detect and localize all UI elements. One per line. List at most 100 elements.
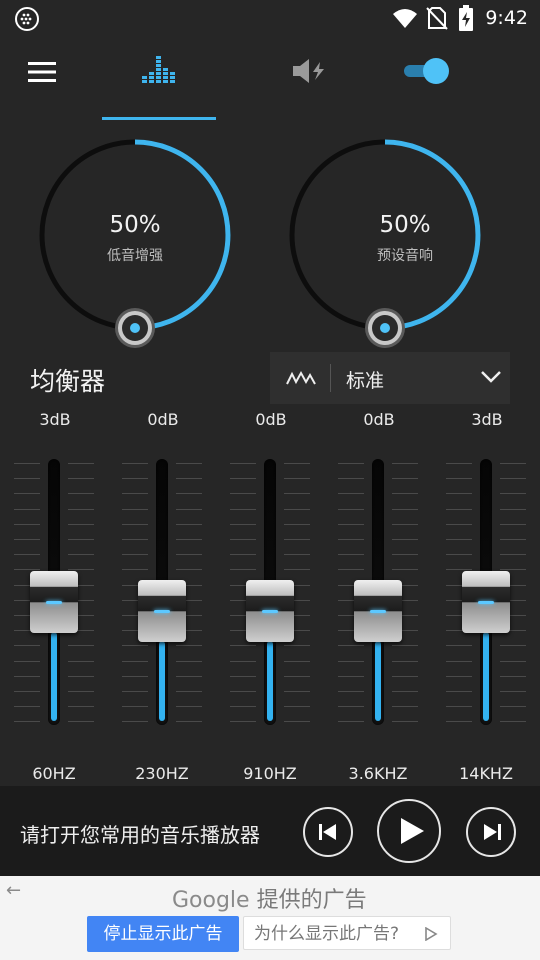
slider-tick (14, 706, 40, 708)
slider-tick (284, 523, 310, 525)
slider-tick (446, 660, 472, 662)
slider-tick (284, 478, 310, 480)
slider-tick (446, 508, 472, 510)
slider-tick (500, 660, 526, 662)
thumb-indicator (370, 610, 386, 613)
slider-tick (68, 523, 94, 525)
slider-tick (230, 478, 256, 480)
slider-tick (176, 691, 202, 692)
slider-tick (338, 645, 364, 647)
chevron-down-icon (481, 371, 501, 383)
slider-tick (392, 493, 418, 495)
slider-tick (230, 675, 256, 677)
slider-tick (176, 539, 202, 540)
slider-tick (68, 706, 94, 708)
slider-tick (284, 508, 310, 510)
play-button[interactable] (377, 799, 441, 863)
thumb-indicator (46, 601, 62, 604)
preset-label: 标准 (346, 370, 385, 392)
slider-tick (176, 523, 202, 525)
slider-tick (500, 645, 526, 647)
next-button[interactable] (466, 807, 516, 857)
virtualizer-value: 50% (379, 212, 431, 238)
band-frequency-label: 910HZ (243, 764, 297, 783)
virtualizer-knob[interactable] (284, 134, 486, 349)
slider-tick (68, 660, 94, 662)
slider-tick (230, 539, 256, 540)
bass-boost-label: 低音增强 (107, 248, 163, 264)
play-icon (401, 818, 424, 844)
effect-toggle-switch[interactable] (402, 57, 450, 85)
slider-tick (338, 554, 364, 556)
slider-tick (230, 463, 256, 464)
slider-tick (338, 523, 364, 525)
slider-tick (176, 463, 202, 464)
slider-tick (446, 463, 472, 464)
slider-tick (14, 554, 40, 556)
slider-tick (230, 645, 256, 647)
player-bar: 请打开您常用的音乐播放器 (0, 786, 540, 876)
why-ad-button[interactable]: 为什么显示此广告? (243, 916, 451, 950)
eq-slider[interactable] (436, 455, 536, 735)
player-message: 请打开您常用的音乐播放器 (20, 823, 260, 847)
adchoices-icon (425, 927, 438, 941)
eq-slider[interactable] (4, 455, 104, 735)
thumb-indicator (478, 601, 494, 604)
wifi-icon (393, 9, 417, 28)
slider-tick (176, 660, 202, 662)
slider-tick (392, 721, 418, 723)
virtualizer-label: 预设音响 (377, 248, 433, 264)
slider-thumb[interactable] (138, 580, 186, 642)
band-gain-label: 3dB (39, 410, 71, 429)
slider-tick (446, 706, 472, 708)
slider-tick (392, 554, 418, 556)
slider-thumb[interactable] (354, 580, 402, 642)
equalizer-tab-icon[interactable] (142, 56, 176, 84)
slider-tick (338, 478, 364, 480)
bass-boost-knob[interactable] (34, 134, 236, 349)
ad-banner: ← Google 提供的广告 停止显示此广告 为什么显示此广告? (0, 876, 540, 960)
slider-tick (68, 463, 94, 464)
back-arrow-icon[interactable]: ← (6, 880, 21, 901)
slider-tick (338, 493, 364, 495)
eq-slider[interactable] (328, 455, 428, 735)
slider-thumb[interactable] (30, 571, 78, 633)
slider-tick (230, 508, 256, 510)
slider-tick (284, 554, 310, 556)
slider-tick (68, 478, 94, 480)
slider-tick (446, 554, 472, 556)
eq-slider[interactable] (112, 455, 212, 735)
slider-tick (176, 478, 202, 480)
slider-tick (446, 539, 472, 540)
slider-tick (176, 493, 202, 495)
slider-tick (284, 463, 310, 464)
stop-ad-button[interactable]: 停止显示此广告 (87, 916, 239, 952)
slider-tick (500, 478, 526, 480)
slider-tick (14, 660, 40, 662)
volume-boost-icon[interactable] (292, 58, 328, 84)
slider-tick (122, 478, 148, 480)
menu-icon[interactable] (28, 60, 56, 84)
slider-tick (446, 478, 472, 480)
bass-boost-value: 50% (109, 212, 161, 238)
waveform-icon (286, 370, 316, 385)
eq-slider[interactable] (220, 455, 320, 735)
slider-tick (392, 523, 418, 525)
slider-thumb[interactable] (246, 580, 294, 642)
slider-tick (284, 675, 310, 677)
slider-tick (284, 493, 310, 495)
slider-tick (392, 645, 418, 647)
slider-tick (230, 721, 256, 723)
why-ad-label: 为什么显示此广告? (254, 924, 400, 944)
preset-dropdown[interactable]: 标准 (270, 352, 510, 404)
slider-tick (446, 691, 472, 692)
slider-tick (176, 569, 202, 571)
slider-tick (122, 706, 148, 708)
slider-thumb[interactable] (462, 571, 510, 633)
previous-button[interactable] (303, 807, 353, 857)
slider-tick (122, 660, 148, 662)
slider-tick (500, 508, 526, 510)
slider-fill (267, 641, 273, 721)
slider-tick (14, 478, 40, 480)
slider-tick (392, 539, 418, 540)
